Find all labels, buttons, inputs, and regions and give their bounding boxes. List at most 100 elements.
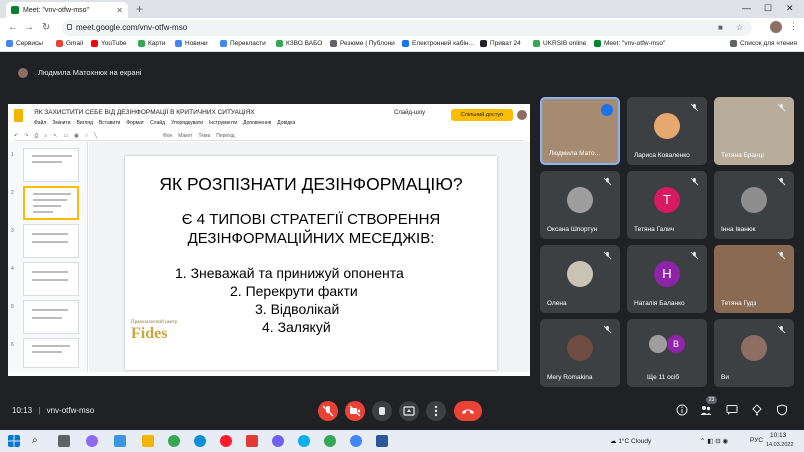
clock-time[interactable]: 10:13 (770, 432, 786, 439)
participant-tile-4[interactable]: T Тетяна Галич (627, 171, 707, 239)
chrome-icon[interactable] (168, 435, 180, 447)
reading-list[interactable]: Список для чтения (730, 40, 797, 47)
current-slide[interactable]: ЯК РОЗПІЗНАТИ ДЕЗІНФОРМАЦІЮ? Є 4 ТИПОВІ … (125, 156, 497, 370)
document-title[interactable]: ЯК ЗАХИСТИТИ СЕБЕ ВІД ДЕЗІНФОРМАЦІЇ В КР… (34, 109, 255, 116)
windows-start-icon[interactable] (8, 435, 20, 447)
minimize-icon[interactable]: — (742, 3, 751, 13)
zoom-icon[interactable]: ⌕ (44, 133, 47, 139)
input-language[interactable]: РУС (750, 437, 763, 444)
menu-tools[interactable]: Інструменти (209, 120, 237, 126)
back-icon[interactable]: ← (8, 22, 18, 33)
task-view-icon[interactable] (58, 435, 70, 447)
cursor-icon[interactable]: ↖ (53, 133, 57, 139)
participant-tile-8[interactable]: Тетяна Гудз (714, 245, 794, 313)
participant-tile-7[interactable]: Н Наталія Баланко (627, 245, 707, 313)
slide-thumbnail[interactable] (23, 148, 79, 182)
slideshow-button[interactable]: Слайд-шоу (394, 110, 425, 116)
yandex-icon[interactable] (246, 435, 258, 447)
share-button[interactable]: Спільний доступ (451, 109, 513, 121)
url-input[interactable]: meet.google.com/vnv-otfw-mso ■ ☆ (62, 20, 752, 36)
participant-tile-2[interactable]: Тетяна Бранці (714, 97, 794, 165)
toolbar-background[interactable]: Фон (163, 133, 172, 139)
bookmark-star-icon[interactable]: ☆ (736, 20, 743, 36)
browser-tab[interactable]: Meet: "vnv-otfw-mso" ✕ (6, 2, 128, 18)
chrome-active-icon[interactable] (350, 435, 362, 447)
participant-tile-1[interactable]: Лариса Коваленко (627, 97, 707, 165)
slide-thumbnail[interactable] (23, 338, 79, 368)
menu-help[interactable]: Довідка (277, 120, 295, 126)
redo-icon[interactable]: ↷ (24, 133, 28, 139)
image-icon[interactable]: ▣ (74, 133, 79, 139)
host-controls-icon[interactable] (776, 404, 788, 416)
menu-format[interactable]: Формат (126, 120, 144, 126)
participant-tile-5[interactable]: Інна Іванюк (714, 171, 794, 239)
bookmark-maps[interactable]: Карти (138, 40, 165, 47)
menu-arrange[interactable]: Упорядкувати (171, 120, 203, 126)
clock-date[interactable]: 14.03.2022 (766, 442, 794, 448)
present-button[interactable] (399, 401, 419, 421)
reload-icon[interactable]: ↻ (42, 22, 50, 33)
line-icon[interactable]: ╲ (94, 133, 97, 139)
print-icon[interactable]: ⎙ (34, 133, 38, 139)
participant-tile-9[interactable]: Mery Romakina (540, 319, 620, 387)
chrome-window-icon[interactable] (324, 435, 336, 447)
new-tab-button[interactable]: + (136, 2, 143, 16)
toolbar-layout[interactable]: Макет (178, 133, 192, 139)
slide-thumbnail[interactable] (23, 224, 79, 258)
participant-tile-6[interactable]: Олена (540, 245, 620, 313)
menu-view[interactable]: Вигляд (77, 120, 93, 126)
word-icon[interactable] (376, 435, 388, 447)
bookmark-gmail[interactable]: Gmail (56, 40, 83, 47)
bookmark-cabinet[interactable]: Електронний кабін... (402, 40, 474, 47)
forward-icon[interactable]: → (24, 22, 34, 33)
bookmark-youtube[interactable]: YouTube (91, 40, 127, 47)
search-icon[interactable]: ⌕ (32, 435, 44, 447)
more-options-button[interactable] (426, 401, 446, 421)
profile-avatar[interactable] (770, 21, 782, 33)
slide-thumbnail[interactable] (23, 262, 79, 296)
close-window-icon[interactable]: ✕ (786, 3, 794, 14)
shape-icon[interactable]: ○ (85, 133, 88, 139)
menu-insert[interactable]: Вставити (99, 120, 120, 126)
chat-icon[interactable] (726, 404, 738, 416)
menu-file[interactable]: Файл (34, 120, 46, 126)
viber-icon[interactable] (272, 435, 284, 447)
slide-thumbnail-active[interactable] (23, 186, 79, 220)
raise-hand-button[interactable] (372, 401, 392, 421)
people-icon[interactable] (700, 404, 712, 416)
participant-tile-more[interactable]: В Ще 11 осіб (627, 319, 707, 387)
participant-tile-self[interactable]: Ви (714, 319, 794, 387)
bookmark-services[interactable]: Сервисы (6, 40, 43, 47)
store-icon[interactable] (114, 435, 126, 447)
meeting-details-icon[interactable] (676, 404, 688, 416)
bookmark-ukrsib[interactable]: UKRSIB online (533, 40, 586, 47)
menu-addons[interactable]: Доповнення (243, 120, 271, 126)
maximize-icon[interactable]: ☐ (764, 3, 772, 14)
bookmark-publons[interactable]: Резюме | Публони (330, 40, 395, 47)
weather-widget[interactable]: ☁ 1°C Cloudy (610, 437, 651, 445)
bookmark-meet[interactable]: Meet: "vnv-otfw-mso" (594, 40, 665, 47)
system-tray-icons[interactable]: ⌃ ◧ ⊟ ◉ (700, 437, 728, 445)
menu-slide[interactable]: Слайд (150, 120, 165, 126)
bookmark-privat24[interactable]: Приват 24 (480, 40, 521, 47)
skype-icon[interactable] (298, 435, 310, 447)
toolbar-theme[interactable]: Тема (198, 133, 210, 139)
bookmark-news[interactable]: Новини (175, 40, 208, 47)
textbox-icon[interactable]: ▭ (63, 133, 68, 139)
slide-thumbnail[interactable] (23, 300, 79, 334)
activities-icon[interactable] (751, 404, 763, 416)
browser-menu-icon[interactable]: ⋮ (789, 21, 798, 32)
participant-tile-3[interactable]: Оксана Шпортун (540, 171, 620, 239)
camera-indicator-icon[interactable]: ■ (718, 20, 723, 36)
file-explorer-icon[interactable] (142, 435, 154, 447)
doc-user-avatar[interactable] (517, 110, 527, 120)
bookmark-kzvo[interactable]: КЗВО ВАБО (276, 40, 322, 47)
teams-icon[interactable] (86, 435, 98, 447)
close-tab-icon[interactable]: ✕ (116, 6, 123, 15)
participant-tile-0[interactable]: Людмила Мато... (540, 97, 620, 165)
undo-icon[interactable]: ↶ (14, 133, 18, 139)
toolbar-transition[interactable]: Перехід (216, 133, 234, 139)
end-call-button[interactable] (454, 401, 482, 421)
opera-icon[interactable] (220, 435, 232, 447)
camera-toggle-button[interactable] (345, 401, 365, 421)
